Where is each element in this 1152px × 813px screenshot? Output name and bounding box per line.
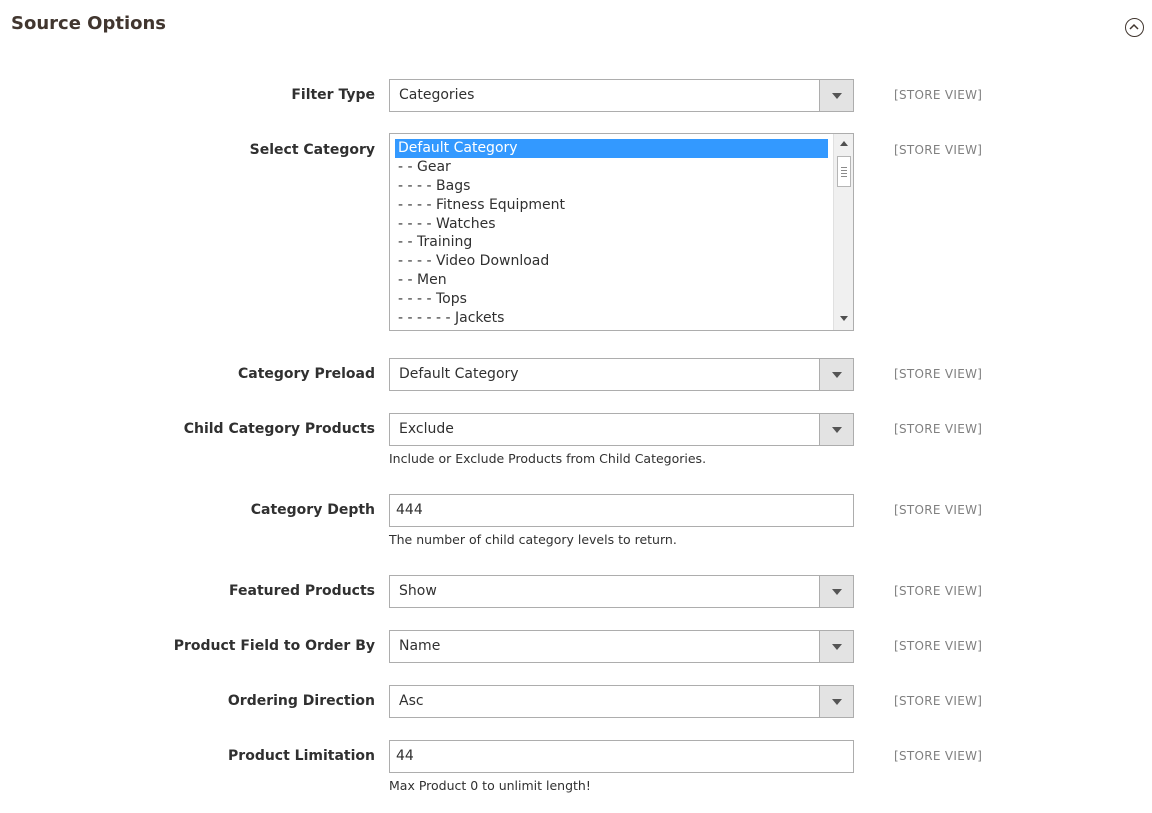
filter-type-scope: [STORE VIEW] bbox=[894, 88, 983, 102]
category-option[interactable]: - - Training bbox=[395, 233, 828, 252]
select-category-label: Select Category bbox=[249, 142, 375, 158]
featured-products-select[interactable]: Show bbox=[389, 575, 854, 608]
category-option[interactable]: Default Category bbox=[395, 139, 828, 158]
collapse-up-icon[interactable] bbox=[1125, 18, 1144, 37]
child-category-products-note: Include or Exclude Products from Child C… bbox=[389, 451, 707, 466]
filter-type-select[interactable]: Categories bbox=[389, 79, 854, 112]
featured-products-value: Show bbox=[399, 583, 437, 599]
section-header[interactable]: Source Options bbox=[0, 0, 1152, 54]
section-title: Source Options bbox=[11, 13, 167, 34]
chevron-down-icon[interactable] bbox=[819, 576, 853, 607]
product-field-order-select[interactable]: Name bbox=[389, 630, 854, 663]
category-option[interactable]: - - - - Tops bbox=[395, 290, 828, 309]
chevron-down-icon[interactable] bbox=[819, 631, 853, 662]
category-option[interactable]: - - Gear bbox=[395, 158, 828, 177]
scroll-up-icon[interactable] bbox=[840, 141, 848, 146]
select-category-scope: [STORE VIEW] bbox=[894, 143, 983, 157]
child-category-products-label: Child Category Products bbox=[183, 421, 375, 437]
category-option[interactable]: - - - - - - Jackets bbox=[395, 309, 828, 328]
ordering-direction-select[interactable]: Asc bbox=[389, 685, 854, 718]
category-option[interactable]: - - - - Watches bbox=[395, 215, 828, 234]
category-list-scrollbar[interactable] bbox=[833, 134, 853, 330]
category-option[interactable]: - - - - Fitness Equipment bbox=[395, 196, 828, 215]
scrollbar-thumb[interactable] bbox=[837, 156, 851, 187]
product-limitation-scope: [STORE VIEW] bbox=[894, 749, 983, 763]
ordering-direction-scope: [STORE VIEW] bbox=[894, 694, 983, 708]
featured-products-label: Featured Products bbox=[229, 583, 375, 599]
category-depth-input[interactable]: 444 bbox=[389, 494, 854, 527]
product-field-order-value: Name bbox=[399, 638, 441, 654]
chevron-down-icon[interactable] bbox=[819, 414, 853, 445]
select-category-multiselect[interactable]: Default Category - - Gear - - - - Bags - - … bbox=[389, 133, 854, 331]
product-limitation-input[interactable]: 44 bbox=[389, 740, 854, 773]
child-category-products-select[interactable]: Exclude bbox=[389, 413, 854, 446]
category-depth-label: Category Depth bbox=[250, 502, 375, 518]
category-preload-select[interactable]: Default Category bbox=[389, 358, 854, 391]
chevron-down-icon[interactable] bbox=[819, 686, 853, 717]
category-depth-scope: [STORE VIEW] bbox=[894, 503, 983, 517]
category-depth-note: The number of child category levels to r… bbox=[389, 532, 677, 547]
category-option[interactable]: - - Men bbox=[395, 271, 828, 290]
category-option[interactable]: - - - - Video Download bbox=[395, 252, 828, 271]
category-option[interactable]: - - - - Bags bbox=[395, 177, 828, 196]
child-category-products-scope: [STORE VIEW] bbox=[894, 422, 983, 436]
category-preload-scope: [STORE VIEW] bbox=[894, 367, 983, 381]
scroll-down-icon[interactable] bbox=[840, 316, 848, 321]
filter-type-label: Filter Type bbox=[291, 87, 375, 103]
product-field-order-scope: [STORE VIEW] bbox=[894, 639, 983, 653]
product-limitation-value: 44 bbox=[396, 748, 414, 764]
category-options-list[interactable]: Default Category - - Gear - - - - Bags - - … bbox=[395, 139, 828, 328]
featured-products-scope: [STORE VIEW] bbox=[894, 584, 983, 598]
child-category-products-value: Exclude bbox=[399, 421, 454, 437]
chevron-down-icon[interactable] bbox=[819, 80, 853, 111]
ordering-direction-value: Asc bbox=[399, 693, 424, 709]
category-preload-value: Default Category bbox=[399, 366, 519, 382]
ordering-direction-label: Ordering Direction bbox=[227, 693, 375, 709]
category-depth-value: 444 bbox=[396, 502, 423, 518]
category-preload-label: Category Preload bbox=[238, 366, 375, 382]
product-limitation-note: Max Product 0 to unlimit length! bbox=[389, 778, 591, 793]
product-field-order-label: Product Field to Order By bbox=[173, 638, 375, 654]
chevron-down-icon[interactable] bbox=[819, 359, 853, 390]
product-limitation-label: Product Limitation bbox=[228, 748, 375, 764]
filter-type-value: Categories bbox=[399, 87, 475, 103]
